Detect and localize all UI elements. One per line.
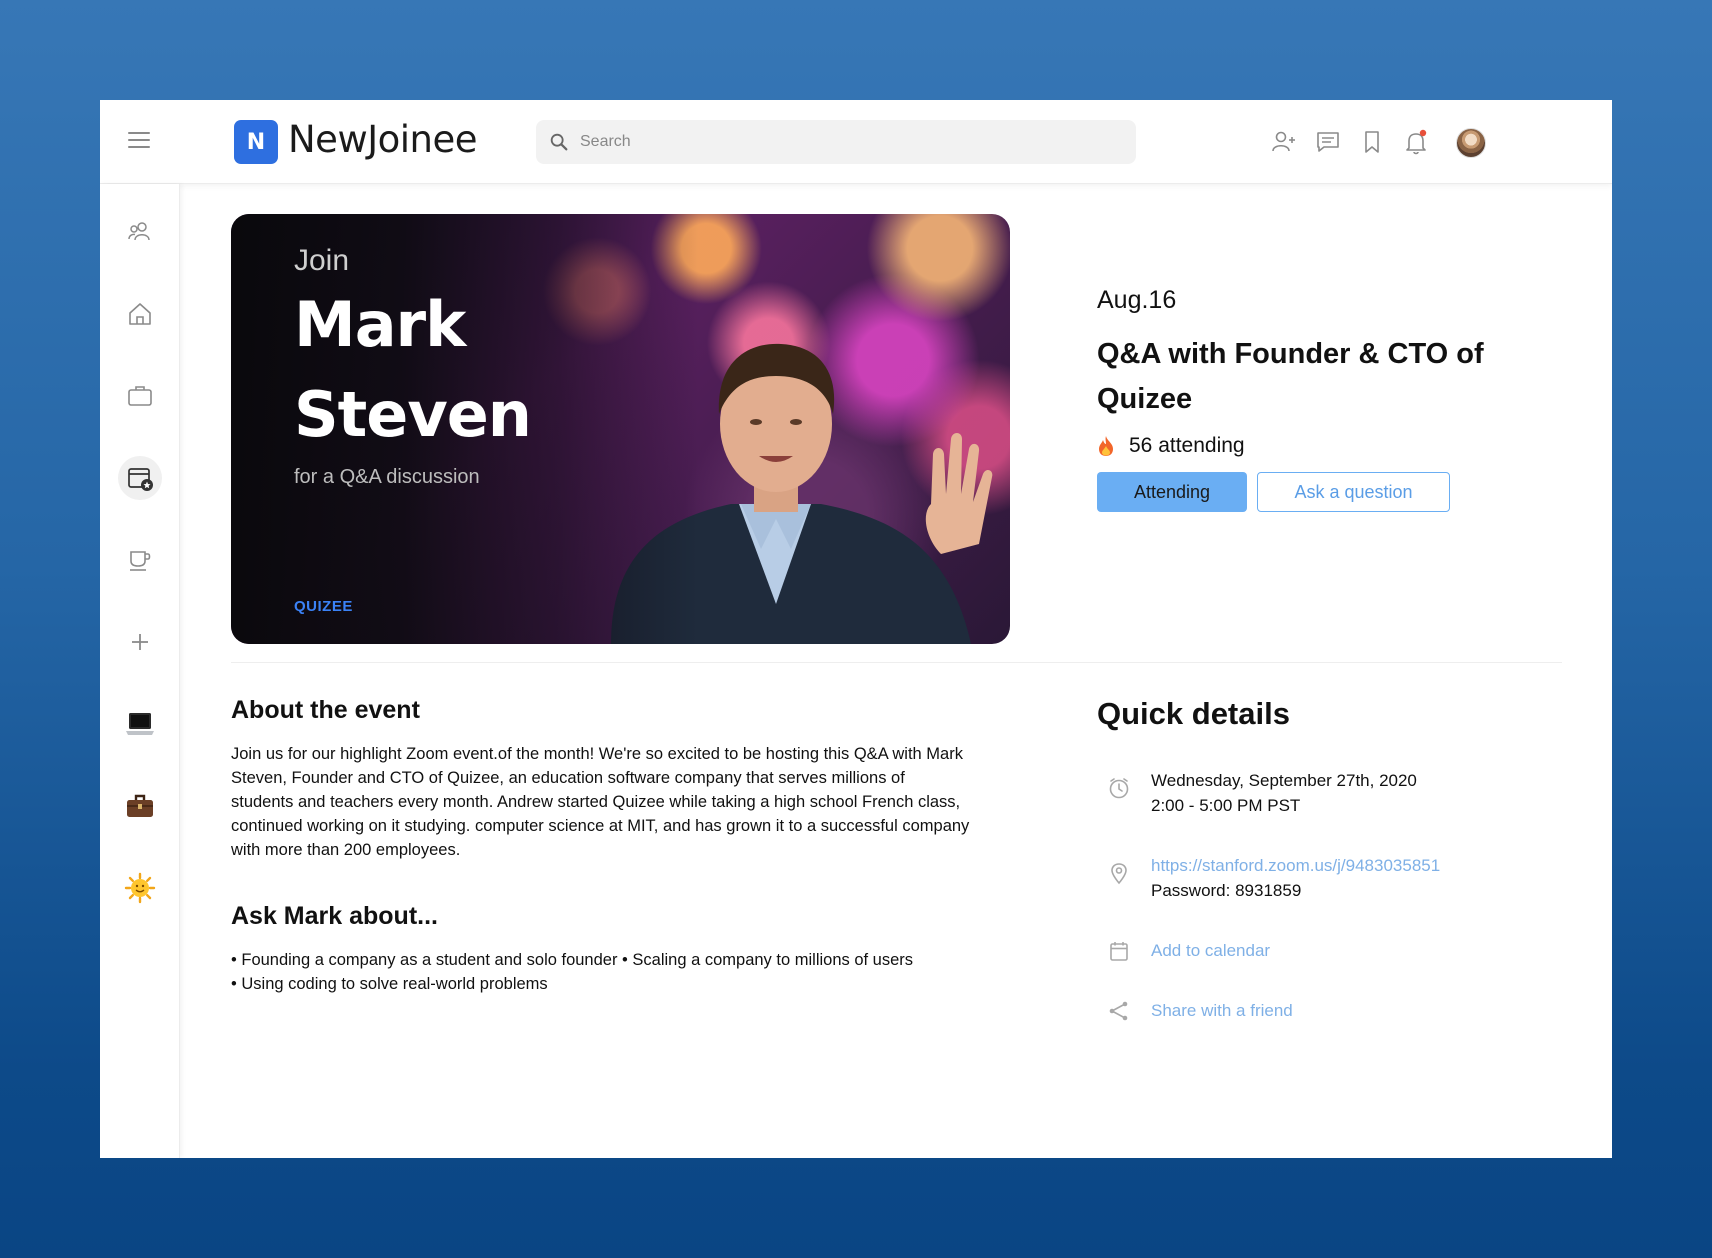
detail-date: Wednesday, September 27th, 2020 (1151, 771, 1417, 790)
notification-dot (1419, 129, 1427, 137)
event-banner: Join Mark Steven for a Q&A discussion QU… (231, 214, 1010, 644)
banner-last-name: Steven (294, 378, 532, 451)
avatar[interactable] (1456, 128, 1486, 158)
detail-datetime: Wednesday, September 27th, 2020 2:00 - 5… (1107, 768, 1417, 818)
detail-add-calendar[interactable]: Add to calendar (1107, 938, 1270, 963)
message-icon[interactable] (1314, 128, 1342, 156)
laptop-emoji-icon (126, 713, 154, 735)
share-icon (1109, 1001, 1128, 1021)
share-with-friend-link[interactable]: Share with a friend (1151, 998, 1293, 1023)
sidebar-item-people[interactable] (118, 210, 162, 254)
banner-brand: QUIZEE (294, 598, 353, 615)
attending-text: 56 attending (1129, 434, 1245, 457)
bell-icon[interactable] (1402, 128, 1430, 156)
quick-details-heading: Quick details (1097, 696, 1290, 731)
sun-emoji-icon (124, 872, 156, 904)
search-bar[interactable]: Search (536, 120, 1136, 164)
sidebar-item-add[interactable] (118, 620, 162, 664)
event-date: Aug.16 (1097, 286, 1177, 314)
logo-icon[interactable]: N (234, 120, 278, 164)
briefcase-emoji-icon (127, 794, 153, 817)
search-icon (550, 133, 568, 151)
top-bar: N NewJoinee Search (100, 100, 1612, 184)
coffee-cup-icon (130, 551, 151, 571)
banner-first-name: Mark (294, 288, 466, 361)
fire-icon (1099, 436, 1113, 456)
detail-location: https://stanford.zoom.us/j/9483035851 Pa… (1107, 853, 1440, 903)
ask-heading: Ask Mark about... (231, 902, 438, 930)
ask-topics: • Founding a company as a student and so… (231, 948, 1011, 996)
section-divider (231, 662, 1562, 663)
zoom-password: Password: 8931859 (1151, 881, 1302, 900)
sidebar-item-sun[interactable] (118, 866, 162, 910)
ask-topic-line: • Founding a company as a student and so… (231, 951, 914, 969)
sidebar-item-briefcase[interactable] (118, 784, 162, 828)
briefcase-outline-icon (128, 386, 152, 406)
attending-button[interactable]: Attending (1097, 472, 1247, 512)
ask-question-button[interactable]: Ask a question (1257, 472, 1450, 512)
about-body: Join us for our highlight Zoom event.of … (231, 745, 970, 859)
bookmark-icon[interactable] (1358, 128, 1386, 156)
sidebar-item-home[interactable] (118, 292, 162, 336)
banner-join-text: Join (294, 244, 350, 277)
detail-share[interactable]: Share with a friend (1107, 998, 1293, 1023)
event-title: Q&A with Founder & CTO of Quizee (1097, 338, 1484, 415)
detail-time: 2:00 - 5:00 PM PST (1151, 796, 1301, 815)
attending-count: 56 attending (1097, 434, 1245, 458)
logo-glyph: N (246, 129, 266, 155)
plus-icon (132, 634, 148, 650)
clock-icon (1109, 778, 1129, 799)
hamburger-menu-icon[interactable] (128, 132, 150, 150)
add-user-icon[interactable] (1270, 128, 1298, 156)
people-icon (128, 222, 150, 241)
ask-topic-line: • Using coding to solve real-world probl… (231, 975, 548, 993)
sidebar-item-coffee[interactable] (118, 538, 162, 582)
sidebar-item-jobs[interactable] (118, 374, 162, 418)
sidebar-item-events[interactable] (118, 456, 162, 500)
location-pin-icon (1111, 863, 1127, 885)
calendar-icon (1110, 942, 1128, 961)
sidebar-item-laptop[interactable] (118, 702, 162, 746)
about-heading: About the event (231, 696, 420, 724)
banner-subtitle: for a Q&A discussion (294, 466, 480, 488)
home-icon (129, 303, 151, 325)
search-input[interactable]: Search (580, 133, 631, 151)
app-window: N NewJoinee Search Join Mark Steven for … (100, 100, 1612, 1158)
zoom-link[interactable]: https://stanford.zoom.us/j/9483035851 (1151, 853, 1440, 878)
add-to-calendar-link[interactable]: Add to calendar (1151, 938, 1270, 963)
calendar-star-icon (128, 468, 153, 491)
sidebar (100, 184, 180, 1158)
app-name[interactable]: NewJoinee (288, 118, 478, 161)
